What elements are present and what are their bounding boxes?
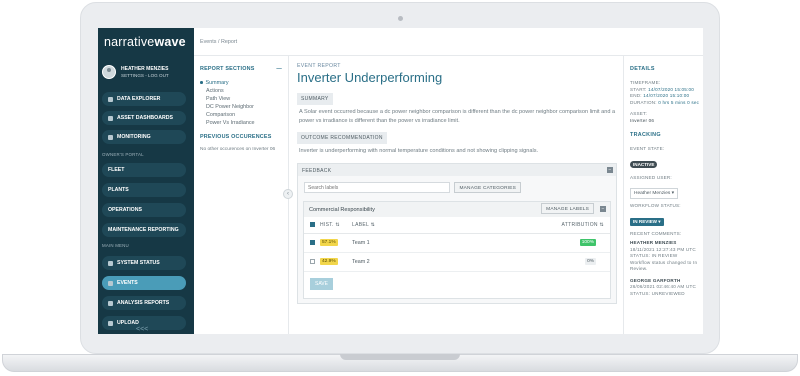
nav-plants[interactable]: PLANTS [102, 183, 186, 197]
nav-system-status[interactable]: SYSTEM STATUS [102, 256, 186, 270]
category-box: Commercial Responsibility MANAGE LABELS … [303, 201, 611, 299]
summary-tag: SUMMARY [297, 93, 333, 105]
events-icon [108, 280, 113, 286]
workflow-status-select[interactable]: IN REVIEW ▾ [630, 217, 664, 226]
col-label[interactable]: LABEL ⇅ [352, 217, 436, 234]
logo[interactable]: narrativewave [98, 28, 194, 49]
upload-icon [108, 320, 113, 326]
collapse-icon[interactable]: — [276, 66, 282, 72]
col-attribution[interactable]: ATTRIBUTION ⇅ [435, 217, 610, 234]
manage-categories-button[interactable]: MANAGE CATEGORIES [454, 182, 522, 193]
comment-text: Workflow status changed to In Review. [630, 259, 698, 272]
report-sections-header: REPORT SECTIONS — [200, 66, 282, 72]
status-icon [108, 260, 113, 266]
outcome-text: Inverter is underperforming with normal … [299, 148, 539, 154]
nav-fleet[interactable]: FLEET [102, 163, 186, 177]
assigned-user-select[interactable]: Heather Menzies ▾ [630, 188, 679, 199]
duration-row: DURATION: 0 hrs 5 mins 0 sec [630, 99, 700, 105]
labels-table: HIST. ⇅ LABEL ⇅ ATTRIBUTION ⇅ 57.1% Team… [304, 217, 610, 272]
previous-occurrences-empty: No other occurences on Inverter 06 [200, 147, 276, 152]
dashboard-icon [108, 115, 113, 121]
recent-comments-label: RECENT COMMENTS: [630, 230, 682, 236]
section-main-menu: MAIN MENU [102, 243, 129, 248]
event-report: EVENT REPORT Inverter Underperforming SU… [289, 56, 623, 334]
collapse-category-icon[interactable]: − [600, 206, 606, 212]
section-link-actions[interactable]: Actions [206, 87, 288, 95]
label-cell: Team 2 [352, 252, 436, 272]
comment-date: 26/06/2021 02:46:40 AM UTC [630, 284, 696, 289]
assigned-user-label: ASSIGNED USER: [630, 174, 672, 180]
user-block: HEATHER MENZIES SETTINGS - LOG OUT [102, 65, 194, 79]
previous-occurrences-header: PREVIOUS OCCURENCES [200, 134, 272, 140]
comment-status: STATUS: UNREVIEWED [630, 290, 685, 296]
select-all-checkbox[interactable] [310, 221, 315, 227]
nav-asset-dashboards[interactable]: ASSET DASHBOARDS [102, 111, 186, 125]
col-hist[interactable]: HIST. ⇅ [320, 217, 352, 234]
collapse-feedback-icon[interactable]: − [607, 167, 613, 173]
avatar[interactable] [102, 65, 116, 79]
outcome-tag: OUTCOME RECOMMENDATION [297, 132, 387, 144]
monitor-icon [108, 134, 113, 140]
hist-badge: 42.9% [320, 258, 338, 265]
category-header: Commercial Responsibility MANAGE LABELS … [304, 202, 610, 217]
page-title: Inverter Underperforming [297, 70, 443, 85]
report-icon [108, 300, 113, 306]
table-row[interactable]: 57.1% Team 1 100% [304, 233, 610, 253]
user-links[interactable]: SETTINGS - LOG OUT [121, 73, 169, 79]
details-panel: DETAILS TIMEFRAME: START: 14/07/2020 15:… [623, 56, 703, 334]
laptop-notch [340, 354, 460, 360]
event-state-label: EVENT STATE: [630, 146, 665, 151]
nav-events[interactable]: EVENTS [102, 276, 186, 290]
grid-icon [108, 96, 113, 102]
section-link-dc-power[interactable]: DC Power Neighbor Comparison [206, 103, 276, 119]
content: REPORT SECTIONS — Summary Actions Path Vi… [194, 56, 703, 334]
workflow-status-label: WORKFLOW STATUS: [630, 203, 681, 208]
table-row[interactable]: 42.9% Team 2 0% [304, 252, 610, 272]
nav-operations[interactable]: OPERATIONS [102, 203, 186, 217]
screen: narrativewave HEATHER MENZIES SETTINGS -… [98, 28, 703, 334]
details-header: DETAILS [630, 66, 655, 72]
section-link-path-view[interactable]: Path View [206, 95, 288, 103]
feedback-header: FEEDBACK − [298, 164, 616, 176]
report-sections-panel: REPORT SECTIONS — Summary Actions Path Vi… [194, 56, 293, 334]
nav-analysis-reports[interactable]: ANALYSIS REPORTS [102, 296, 186, 310]
hist-badge: 57.1% [320, 239, 338, 246]
feedback-card: FEEDBACK− MANAGE CATEGORIES Commercial R… [297, 163, 617, 304]
nav-data-explorer[interactable]: DATA EXPLORER [102, 92, 186, 106]
save-button[interactable]: SAVE [310, 277, 333, 290]
report-sections-list: Summary Actions Path View DC Power Neigh… [200, 79, 288, 127]
main: Events / Report REPORT SECTIONS — Summary… [194, 28, 703, 334]
section-link-power-vs-irradiance[interactable]: Power Vs Irradiance [206, 119, 288, 127]
manage-labels-button[interactable]: MANAGE LABELS [541, 203, 594, 214]
row-checkbox[interactable] [310, 239, 315, 245]
nav-maintenance-reporting[interactable]: MAINTENANCE REPORTING [102, 223, 186, 237]
tracking-header: TRACKING [630, 132, 661, 138]
collapse-sidebar-icon[interactable]: <<< [136, 326, 148, 333]
asset-value: Inverter 06 [630, 117, 655, 123]
label-search-input[interactable] [304, 182, 450, 193]
attribution-badge[interactable]: 0% [585, 258, 596, 265]
breadcrumb[interactable]: Events / Report [194, 28, 703, 56]
section-link-summary[interactable]: Summary [206, 79, 288, 87]
user-name: HEATHER MENZIES [121, 65, 169, 72]
attribution-badge[interactable]: 100% [579, 239, 596, 246]
row-checkbox[interactable] [310, 258, 315, 264]
sidebar: narrativewave HEATHER MENZIES SETTINGS -… [98, 28, 194, 334]
event-report-label: EVENT REPORT [297, 63, 341, 69]
event-state-badge: INACTIVE [630, 160, 658, 168]
nav-monitoring[interactable]: MONITORING [102, 130, 186, 144]
camera [398, 16, 403, 21]
label-cell: Team 1 [352, 233, 436, 253]
section-owners-portal: OWNER'S PORTAL [102, 152, 144, 157]
summary-text: A Solar event occurred because a dc powe… [299, 109, 616, 124]
